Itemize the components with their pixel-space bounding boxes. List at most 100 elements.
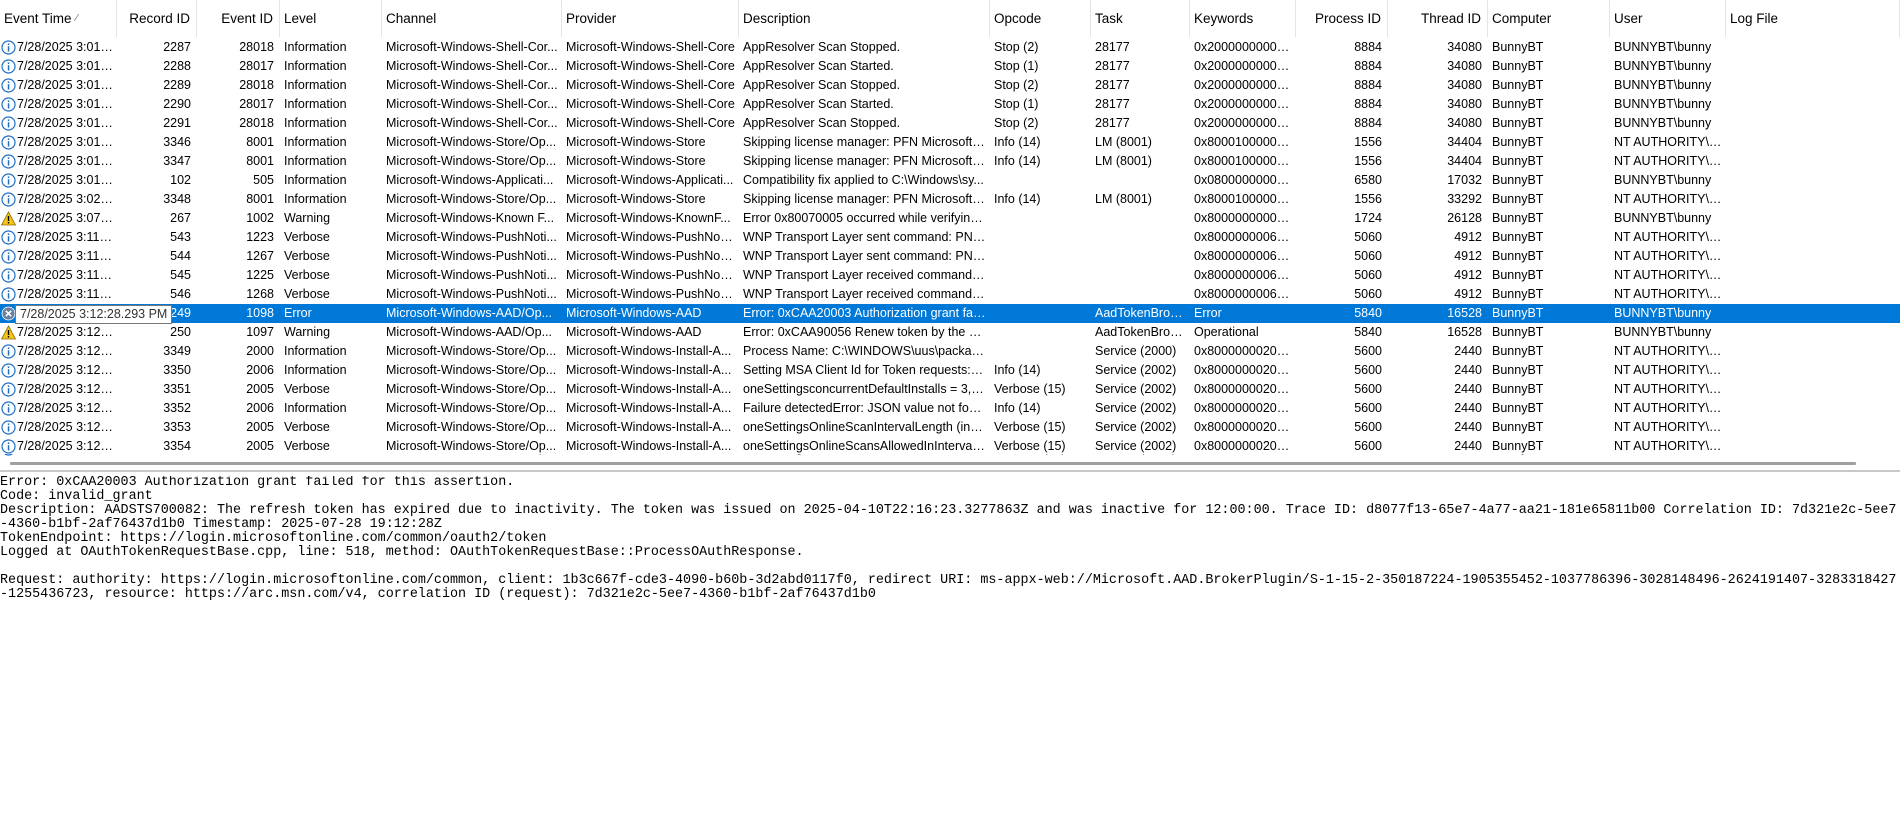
detail-text-line: TokenEndpoint: https://login.microsofton… xyxy=(0,531,547,546)
cell-time: 7/28/2025 3:07:5... xyxy=(17,211,117,225)
cell-opcode: Stop (2) xyxy=(994,116,1039,130)
cell-provider: Microsoft-Windows-Applicati... xyxy=(566,173,734,187)
cell-time: 7/28/2025 3:02:4... xyxy=(17,192,117,206)
cell-description: Process Name: C:\WINDOWS\uus\package... xyxy=(743,344,990,358)
cell-level: Information xyxy=(284,344,347,358)
cell-tid: 4912 xyxy=(1454,230,1482,244)
cell-task: LM (8001) xyxy=(1095,154,1152,168)
column-header-level[interactable]: Level xyxy=(280,0,382,37)
column-header-provider[interactable]: Provider xyxy=(562,0,739,37)
table-row[interactable]: 7/28/2025 3:11:0... 545 1225 Verbose Microso… xyxy=(0,266,1900,285)
table-row[interactable]: 7/28/2025 3:12:2... 3349 2000 Information Mi… xyxy=(0,342,1900,361)
cell-opcode xyxy=(990,342,1091,361)
column-header-keywords[interactable]: Keywords xyxy=(1190,0,1296,37)
table-row-selected[interactable]: 249 1098 Error Microsoft-Windows-AAD/Op... M… xyxy=(0,304,1900,324)
cell-description: oneSettingsOnlineScansAllowedInInterval … xyxy=(739,454,990,458)
cell-description: WNP Transport Layer sent command: PNG,..… xyxy=(743,249,990,263)
table-row[interactable]: 7/28/2025 3:12:2...33552005VerboseMicros… xyxy=(0,454,1900,458)
cell-user: BUNNYBT\bunny xyxy=(1614,325,1712,339)
column-header-event[interactable]: Event ID xyxy=(197,0,280,37)
column-header-time[interactable]: Event Time ⁄ xyxy=(0,0,117,37)
cell-description: WNP Transport Layer received command: P.… xyxy=(743,287,990,301)
table-row[interactable]: 7/28/2025 3:12:2... 3351 2005 Verbose Micros… xyxy=(0,380,1900,399)
cell-level: Verbose xyxy=(284,230,330,244)
table-row[interactable]: 7/28/2025 3:01:2... 2288 28017 Information M… xyxy=(0,57,1900,76)
table-row[interactable]: 7/28/2025 3:11:0... 544 1267 Verbose Microso… xyxy=(0,247,1900,266)
table-row[interactable]: 7/28/2025 3:01:3... 2290 28017 Information M… xyxy=(0,95,1900,114)
cell-event: 28017 xyxy=(239,97,274,111)
table-row[interactable]: 7/28/2025 3:01:3... 2291 28018 Information M… xyxy=(0,114,1900,133)
cell-task: 28177 xyxy=(1095,78,1130,92)
cell-logfile xyxy=(1726,361,1900,380)
table-row[interactable]: 7/28/2025 3:01:2... 2289 28018 Information M… xyxy=(0,76,1900,95)
cell-computer: BunnyBT xyxy=(1492,154,1544,168)
table-row[interactable]: 7/28/2025 3:11:0... 543 1223 Verbose Microso… xyxy=(0,228,1900,247)
cell-description: Skipping license manager: PFN Microsoft.… xyxy=(743,135,987,149)
cell-pid: 5060 xyxy=(1354,249,1382,263)
column-header-description[interactable]: Description xyxy=(739,0,990,37)
cell-opcode: Info (14) xyxy=(994,401,1041,415)
cell-channel: Microsoft-Windows-Store/Op... xyxy=(386,135,557,149)
table-row[interactable]: 7/28/2025 3:12:2... 3353 2005 Verbose Micros… xyxy=(0,418,1900,437)
table-row[interactable]: 7/28/2025 3:12:2... 3350 2006 Information Mi… xyxy=(0,361,1900,380)
cell-tid: 34080 xyxy=(1447,78,1482,92)
cell-task xyxy=(1091,171,1190,190)
table-row[interactable]: 7/28/2025 3:07:5... 267 1002 Warning Microso… xyxy=(0,209,1900,228)
table-row[interactable]: 7/28/2025 3:11:0... 546 1268 Verbose Microso… xyxy=(0,285,1900,304)
cell-tid: 34080 xyxy=(1447,40,1482,54)
table-row[interactable]: 7/28/2025 3:12:2... 250 1097 Warning Microso… xyxy=(0,323,1900,342)
cell-opcode xyxy=(990,285,1091,304)
cell-provider: Microsoft-Windows-PushNoti... xyxy=(566,268,737,282)
cell-pid: 8884 xyxy=(1354,40,1382,54)
table-row[interactable]: 7/28/2025 3:02:4... 3348 8001 Information Mi… xyxy=(0,190,1900,209)
cell-level: Verbose xyxy=(280,454,382,458)
table-row[interactable]: 7/28/2025 3:12:2... 3352 2006 Information Mi… xyxy=(0,399,1900,418)
cell-level: Information xyxy=(284,78,347,92)
cell-record: 3352 xyxy=(163,401,191,415)
cell-provider: Microsoft-Windows-Install-A... xyxy=(566,382,732,396)
partial-table-row[interactable]: 7/28/2025 3:12:2...33552005VerboseMicros… xyxy=(0,454,1900,458)
cell-pid: 5840 xyxy=(1354,325,1382,339)
cell-keywords: 0x08000000000... xyxy=(1194,173,1295,187)
column-header-pid[interactable]: Process ID xyxy=(1296,0,1388,37)
cell-keywords: 0x80001000000... xyxy=(1194,154,1295,168)
cell-computer: BunnyBT xyxy=(1492,173,1544,187)
cell-computer: BunnyBT xyxy=(1492,287,1544,301)
cell-channel: Microsoft-Windows-Shell-Cor... xyxy=(386,40,558,54)
cell-tid: 2440 xyxy=(1454,363,1482,377)
column-header-channel[interactable]: Channel xyxy=(382,0,562,37)
pane-splitter[interactable] xyxy=(0,470,1900,472)
cell-keywords: 0x80001000000... xyxy=(1194,192,1295,206)
cell-keywords: 0x80001000000... xyxy=(1194,135,1295,149)
cell-user: BUNNYBT\bunny xyxy=(1614,97,1712,111)
table-row[interactable]: 7/28/2025 3:01:4... 3347 8001 Information Mi… xyxy=(0,152,1900,171)
cell-level: Error xyxy=(284,306,312,320)
cell-computer: BunnyBT xyxy=(1492,382,1544,396)
horizontal-scrollbar[interactable] xyxy=(10,462,1856,465)
cell-computer: BunnyBT xyxy=(1492,401,1544,415)
cell-tid: 2440 xyxy=(1454,382,1482,396)
cell-tid: 2440 xyxy=(1454,344,1482,358)
cell-logfile xyxy=(1726,399,1900,418)
column-header-tid[interactable]: Thread ID xyxy=(1388,0,1488,37)
cell-event: 28018 xyxy=(239,116,274,130)
cell-record: 3347 xyxy=(163,154,191,168)
column-header-computer[interactable]: Computer xyxy=(1488,0,1610,37)
event-grid: Event Time ⁄ Record ID Event ID Level Channel… xyxy=(0,0,1900,472)
cell-provider: Microsoft-Windows-Shell-Core xyxy=(566,59,735,73)
table-row[interactable]: 7/28/2025 3:01:4... 3346 8001 Information Mi… xyxy=(0,133,1900,152)
cell-task: Service (2000) xyxy=(1095,344,1177,358)
cell-time: 7/28/2025 3:12:2... xyxy=(0,454,117,458)
column-header-record[interactable]: Record ID xyxy=(117,0,197,37)
cell-task: LM (8001) xyxy=(1095,192,1152,206)
column-header-user[interactable]: User xyxy=(1610,0,1726,37)
column-header-task[interactable]: Task xyxy=(1091,0,1190,37)
cell-task: 28177 xyxy=(1095,40,1130,54)
table-row[interactable]: 7/28/2025 3:01:2... 2287 28018 Information M… xyxy=(0,38,1900,57)
table-row[interactable]: 7/28/2025 3:01:4... 102 505 Information Micr… xyxy=(0,171,1900,190)
detail-text-line: -1255436723, resource: https://arc.msn.c… xyxy=(0,587,876,602)
cell-keywords: 0x20000000000... xyxy=(1194,78,1295,92)
column-header-logfile[interactable]: Log File xyxy=(1726,0,1900,37)
column-header-opcode[interactable]: Opcode xyxy=(990,0,1091,37)
cell-keywords: 0x80000000064... xyxy=(1194,230,1295,244)
